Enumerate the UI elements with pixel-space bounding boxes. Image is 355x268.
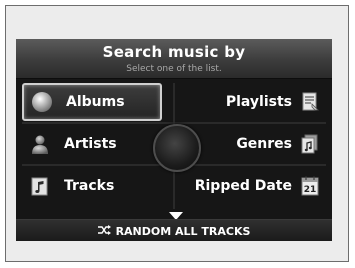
shuffle-icon <box>97 224 111 238</box>
person-icon <box>30 134 50 154</box>
menu-item-genres[interactable]: Genres <box>184 125 328 163</box>
artists-label: Artists <box>64 136 117 152</box>
calendar-icon: 21 <box>300 176 320 196</box>
random-all-tracks-label: RANDOM ALL TRACKS <box>115 224 251 238</box>
calendar-day-number: 21 <box>304 185 317 195</box>
menu-item-albums[interactable]: Albums <box>22 83 162 121</box>
genre-icon <box>300 134 320 154</box>
playlist-icon <box>300 92 320 112</box>
menu-item-tracks[interactable]: Tracks <box>22 167 162 205</box>
music-note-icon <box>30 176 50 196</box>
random-all-tracks-button[interactable]: RANDOM ALL TRACKS <box>16 219 332 241</box>
tracks-label: Tracks <box>64 178 115 194</box>
menu-item-playlists[interactable]: Playlists <box>184 83 328 121</box>
albums-label: Albums <box>66 94 125 110</box>
ripped-date-label: Ripped Date <box>194 178 292 194</box>
disc-icon <box>32 92 52 112</box>
genres-label: Genres <box>236 136 292 152</box>
menu-item-ripped-date[interactable]: Ripped Date 21 <box>184 167 328 205</box>
playlists-label: Playlists <box>225 94 292 110</box>
music-search-screen: Search music by Select one of the list. … <box>16 39 332 241</box>
menu-item-artists[interactable]: Artists <box>22 125 162 163</box>
